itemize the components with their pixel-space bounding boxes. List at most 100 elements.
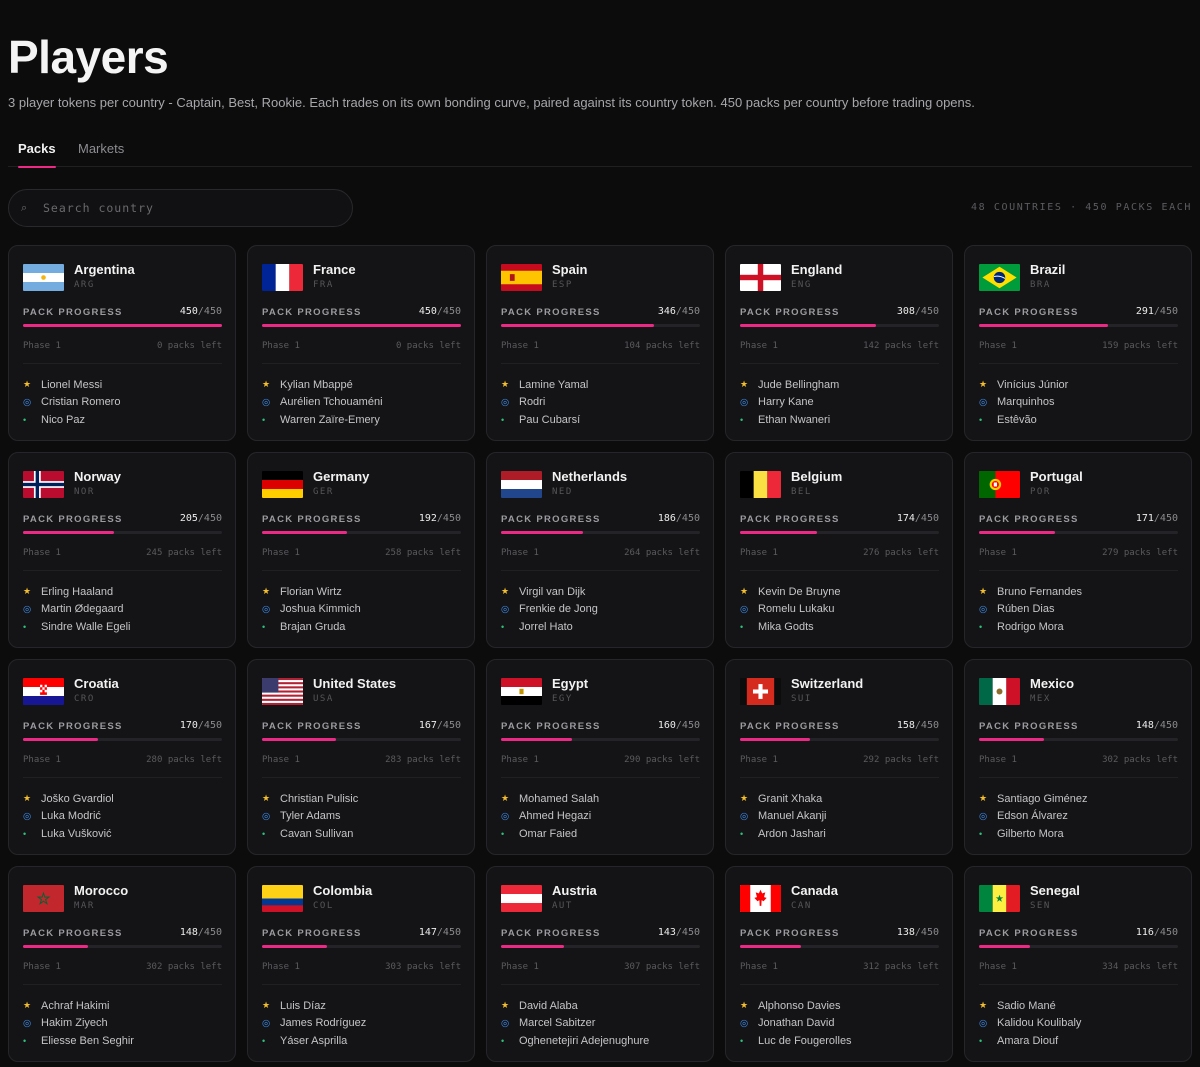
player-row[interactable]: ◎ Romelu Lukaku	[740, 601, 942, 619]
country-card-bel[interactable]: Belgium BEL PACK PROGRESS 174/450 Phase 1 276…	[725, 452, 953, 648]
player-row[interactable]: ★ Bruno Fernandes	[979, 583, 1181, 601]
player-row[interactable]: ◎ Frenkie de Jong	[501, 601, 703, 619]
country-card-usa[interactable]: United States USA PACK PROGRESS 167/450 Phas…	[247, 659, 475, 855]
player-row[interactable]: • Rodrigo Mora	[979, 618, 1181, 636]
player-row[interactable]: • Yáser Asprilla	[262, 1032, 464, 1050]
rookie-dot-icon: •	[740, 621, 744, 632]
pack-progress-fill	[501, 531, 584, 534]
player-row[interactable]: • Luc de Fougerolles	[740, 1032, 942, 1050]
country-card-cro[interactable]: Croatia CRO PACK PROGRESS 170/450 Phase 1 280…	[8, 659, 236, 855]
player-row[interactable]: ★ Virgil van Dijk	[501, 583, 703, 601]
player-row[interactable]: ★ Christian Pulisic	[262, 790, 464, 808]
player-row[interactable]: • Ardon Jashari	[740, 825, 942, 843]
player-row[interactable]: ★ Alphonso Davies	[740, 997, 942, 1015]
player-row[interactable]: • Amara Diouf	[979, 1032, 1181, 1050]
player-row[interactable]: • Warren Zaïre-Emery	[262, 411, 464, 429]
country-card-egy[interactable]: Egypt EGY PACK PROGRESS 160/450 Phase 1 290 p…	[486, 659, 714, 855]
phase-label: Phase 1	[23, 548, 61, 558]
player-row[interactable]: • Jorrel Hato	[501, 618, 703, 636]
pack-progress-bar	[501, 324, 700, 327]
player-row[interactable]: ★ David Alaba	[501, 997, 703, 1015]
egypt-flag-icon	[501, 678, 542, 705]
player-row[interactable]: ◎ Marcel Sabitzer	[501, 1015, 703, 1033]
player-row[interactable]: • Pau Cubarsí	[501, 411, 703, 429]
player-row[interactable]: • Cavan Sullivan	[262, 825, 464, 843]
player-name: Luka Vušković	[41, 827, 112, 840]
player-row[interactable]: ◎ James Rodríguez	[262, 1015, 464, 1033]
player-row[interactable]: ◎ Luka Modrić	[23, 808, 225, 826]
player-row[interactable]: ◎ Martin Ødegaard	[23, 601, 225, 619]
player-row[interactable]: ◎ Harry Kane	[740, 394, 942, 412]
player-row[interactable]: ★ Jude Bellingham	[740, 376, 942, 394]
player-row[interactable]: ★ Vinícius Júnior	[979, 376, 1181, 394]
player-row[interactable]: ◎ Ahmed Hegazi	[501, 808, 703, 826]
player-row[interactable]: • Oghenetejiri Adejenughure	[501, 1032, 703, 1050]
country-card-eng[interactable]: England ENG PACK PROGRESS 308/450 Phase 1 142…	[725, 245, 953, 441]
player-row[interactable]: ◎ Jonathan David	[740, 1015, 942, 1033]
canada-flag-icon	[740, 885, 781, 912]
country-card-aut[interactable]: Austria AUT PACK PROGRESS 143/450 Phase 1 307…	[486, 866, 714, 1062]
player-row[interactable]: • Ethan Nwaneri	[740, 411, 942, 429]
tab-markets[interactable]: Markets	[78, 141, 124, 167]
player-row[interactable]: ◎ Rodri	[501, 394, 703, 412]
search-input[interactable]	[43, 201, 343, 215]
player-row[interactable]: ◎ Marquinhos	[979, 394, 1181, 412]
player-row[interactable]: • Luka Vušković	[23, 825, 225, 843]
player-row[interactable]: ★ Santiago Giménez	[979, 790, 1181, 808]
player-row[interactable]: ◎ Edson Álvarez	[979, 808, 1181, 826]
player-row[interactable]: ★ Lamine Yamal	[501, 376, 703, 394]
player-row[interactable]: ◎ Hakim Ziyech	[23, 1015, 225, 1033]
search-box[interactable]: ⌕	[8, 189, 353, 227]
country-card-nor[interactable]: Norway NOR PACK PROGRESS 205/450 Phase 1 245 …	[8, 452, 236, 648]
divider	[740, 777, 939, 778]
country-card-col[interactable]: Colombia COL PACK PROGRESS 147/450 Phase 1 30…	[247, 866, 475, 1062]
country-card-ger[interactable]: Germany GER PACK PROGRESS 192/450 Phase 1 258…	[247, 452, 475, 648]
player-row[interactable]: • Nico Paz	[23, 411, 225, 429]
country-card-fra[interactable]: France FRA PACK PROGRESS 450/450 Phase 1 0 pa…	[247, 245, 475, 441]
best-badge-icon: ◎	[23, 603, 32, 615]
player-name: Jorrel Hato	[519, 620, 573, 633]
player-row[interactable]: ◎ Kalidou Koulibaly	[979, 1015, 1181, 1033]
player-row[interactable]: ★ Erling Haaland	[23, 583, 225, 601]
player-row[interactable]: • Estêvão	[979, 411, 1181, 429]
country-card-por[interactable]: Portugal POR PACK PROGRESS 171/450 Phase 1 27…	[964, 452, 1192, 648]
country-card-mex[interactable]: Mexico MEX PACK PROGRESS 148/450 Phase 1 302 …	[964, 659, 1192, 855]
country-card-sui[interactable]: Switzerland SUI PACK PROGRESS 158/450 Phase …	[725, 659, 953, 855]
player-row[interactable]: ◎ Manuel Akanji	[740, 808, 942, 826]
pack-progress-label: PACK PROGRESS	[740, 307, 840, 318]
player-row[interactable]: • Mika Godts	[740, 618, 942, 636]
phase-label: Phase 1	[740, 962, 778, 972]
player-row[interactable]: ◎ Aurélien Tchouaméni	[262, 394, 464, 412]
player-row[interactable]: ◎ Rúben Dias	[979, 601, 1181, 619]
player-list: ★ Alphonso Davies ◎ Jonathan David • Luc de F…	[740, 997, 942, 1050]
player-row[interactable]: ◎ Joshua Kimmich	[262, 601, 464, 619]
country-card-arg[interactable]: Argentina ARG PACK PROGRESS 450/450 Phase 1 0…	[8, 245, 236, 441]
player-row[interactable]: ★ Mohamed Salah	[501, 790, 703, 808]
country-card-sen[interactable]: Senegal SEN PACK PROGRESS 116/450 Phase 1 334…	[964, 866, 1192, 1062]
player-row[interactable]: • Gilberto Mora	[979, 825, 1181, 843]
player-row[interactable]: ★ Granit Xhaka	[740, 790, 942, 808]
player-row[interactable]: • Omar Faied	[501, 825, 703, 843]
player-row[interactable]: ★ Lionel Messi	[23, 376, 225, 394]
player-row[interactable]: ★ Kevin De Bruyne	[740, 583, 942, 601]
player-name: Santiago Giménez	[997, 792, 1088, 805]
country-card-mar[interactable]: Morocco MAR PACK PROGRESS 148/450 Phase 1 302…	[8, 866, 236, 1062]
player-row[interactable]: ★ Luis Díaz	[262, 997, 464, 1015]
player-row[interactable]: ★ Kylian Mbappé	[262, 376, 464, 394]
player-row[interactable]: ★ Joško Gvardiol	[23, 790, 225, 808]
player-row[interactable]: ★ Florian Wirtz	[262, 583, 464, 601]
divider	[501, 363, 700, 364]
country-code: NOR	[74, 487, 95, 497]
country-card-esp[interactable]: Spain ESP PACK PROGRESS 346/450 Phase 1 104 p…	[486, 245, 714, 441]
player-row[interactable]: • Sindre Walle Egeli	[23, 618, 225, 636]
country-card-can[interactable]: Canada CAN PACK PROGRESS 138/450 Phase 1 312 …	[725, 866, 953, 1062]
player-row[interactable]: ★ Achraf Hakimi	[23, 997, 225, 1015]
player-row[interactable]: ◎ Cristian Romero	[23, 394, 225, 412]
player-row[interactable]: • Eliesse Ben Seghir	[23, 1032, 225, 1050]
country-card-ned[interactable]: Netherlands NED PACK PROGRESS 186/450 Phase …	[486, 452, 714, 648]
player-row[interactable]: ★ Sadio Mané	[979, 997, 1181, 1015]
country-card-bra[interactable]: Brazil BRA PACK PROGRESS 291/450 Phase 1 159 …	[964, 245, 1192, 441]
player-row[interactable]: • Brajan Gruda	[262, 618, 464, 636]
tab-packs[interactable]: Packs	[18, 141, 56, 168]
player-row[interactable]: ◎ Tyler Adams	[262, 808, 464, 826]
